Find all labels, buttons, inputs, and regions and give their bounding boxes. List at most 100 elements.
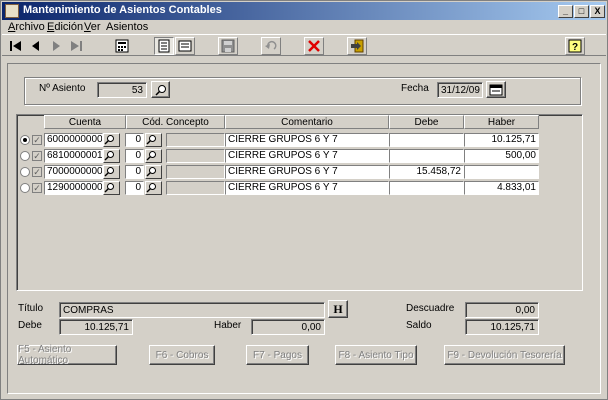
- titulo-field[interactable]: COMPRAS: [59, 302, 325, 318]
- cuenta-search-button[interactable]: [103, 133, 120, 147]
- row-selector-radio[interactable]: [20, 183, 30, 193]
- asiento-number-label: Nº Asiento: [39, 83, 86, 94]
- save-button[interactable]: [218, 37, 238, 55]
- next-record-button[interactable]: [46, 37, 66, 55]
- undo-button[interactable]: [261, 37, 281, 55]
- cell-cuenta[interactable]: 1290000000: [44, 181, 103, 195]
- column-header-debe[interactable]: Debe: [389, 115, 464, 129]
- row-selector-radio[interactable]: [20, 135, 30, 145]
- column-header-haber[interactable]: Haber: [464, 115, 539, 129]
- app-icon: [5, 4, 19, 18]
- help-button[interactable]: ?: [565, 37, 585, 55]
- concepto-search-button[interactable]: [145, 181, 162, 195]
- magnifier-icon: [146, 183, 156, 193]
- menu-archivo[interactable]: Archivo: [8, 21, 45, 33]
- cell-concepto-desc: [166, 181, 225, 195]
- concepto-search-button[interactable]: [145, 133, 162, 147]
- maximize-button[interactable]: □: [574, 5, 589, 18]
- minimize-button[interactable]: _: [558, 5, 573, 18]
- cell-concepto-desc: [166, 165, 225, 179]
- help-icon: ?: [568, 39, 582, 53]
- cell-cuenta[interactable]: 6000000000: [44, 133, 103, 147]
- titulo-label: Título: [18, 303, 44, 314]
- cell-comentario[interactable]: CIERRE GRUPOS 6 Y 7: [225, 165, 389, 179]
- magnifier-icon: [104, 151, 114, 161]
- row-selector-radio[interactable]: [20, 151, 30, 161]
- close-window-button[interactable]: X: [590, 5, 605, 18]
- menu-edicion[interactable]: Edición: [47, 21, 83, 33]
- cell-debe[interactable]: [389, 181, 464, 195]
- form-view-button[interactable]: [154, 37, 174, 55]
- last-record-button[interactable]: [66, 37, 86, 55]
- exit-button[interactable]: [347, 37, 367, 55]
- saldo-field: 10.125,71: [465, 319, 539, 335]
- asiento-number-field[interactable]: 53: [97, 82, 147, 98]
- accounting-entries-window: Mantenimiento de Asientos Contables _ □ …: [0, 0, 608, 400]
- cell-comentario[interactable]: CIERRE GRUPOS 6 Y 7: [225, 149, 389, 163]
- calendar-icon: [489, 84, 503, 95]
- cell-haber[interactable]: 10.125,71: [464, 133, 539, 147]
- cell-cuenta[interactable]: 6810000001: [44, 149, 103, 163]
- window-title: Mantenimiento de Asientos Contables: [23, 4, 222, 16]
- calculator-button[interactable]: [112, 37, 132, 55]
- first-record-icon: [10, 41, 21, 51]
- row-checkbox[interactable]: ✓: [32, 151, 42, 161]
- column-header-concepto[interactable]: Cód. Concepto: [126, 115, 225, 129]
- asiento-tipo-button[interactable]: F8 - Asiento Tipo: [335, 345, 417, 365]
- cell-concepto[interactable]: 0: [125, 165, 144, 179]
- delete-button[interactable]: [304, 37, 324, 55]
- magnifier-icon: [146, 135, 156, 145]
- row-checkbox[interactable]: ✓: [32, 183, 42, 193]
- concepto-search-button[interactable]: [145, 149, 162, 163]
- row-selector-radio[interactable]: [20, 167, 30, 177]
- debe-total-field: 10.125,71: [59, 319, 133, 335]
- cell-debe[interactable]: [389, 149, 464, 163]
- cell-comentario[interactable]: CIERRE GRUPOS 6 Y 7: [225, 133, 389, 147]
- calendar-button[interactable]: [486, 81, 506, 98]
- magnifier-icon: [104, 167, 114, 177]
- cell-debe[interactable]: 15.458,72: [389, 165, 464, 179]
- cell-concepto-desc: [166, 149, 225, 163]
- devolucion-tesoreria-button[interactable]: F9 - Devolución Tesorería: [444, 345, 565, 365]
- cell-concepto[interactable]: 0: [125, 133, 144, 147]
- undo-icon: [265, 40, 277, 50]
- concepto-search-button[interactable]: [145, 165, 162, 179]
- delete-icon: [308, 40, 320, 52]
- asiento-search-button[interactable]: [151, 81, 170, 98]
- previous-record-button[interactable]: [26, 37, 46, 55]
- cuenta-search-button[interactable]: [103, 149, 120, 163]
- descuadre-field: 0,00: [465, 302, 539, 318]
- row-checkbox[interactable]: ✓: [32, 167, 42, 177]
- first-record-button[interactable]: [6, 37, 26, 55]
- cell-concepto[interactable]: 0: [125, 181, 144, 195]
- descuadre-label: Descuadre: [406, 303, 455, 314]
- cell-cuenta[interactable]: 7000000000: [44, 165, 103, 179]
- menu-asientos[interactable]: Asientos: [106, 21, 148, 33]
- menu-ver[interactable]: Ver: [84, 21, 101, 33]
- form-view-icon: [158, 39, 170, 53]
- titulo-h-button[interactable]: H: [328, 300, 348, 318]
- cobros-button[interactable]: F6 - Cobros: [149, 345, 215, 365]
- fecha-field[interactable]: 31/12/09: [437, 82, 483, 98]
- toggle-view-button[interactable]: [175, 37, 195, 55]
- cell-haber[interactable]: 4.833,01: [464, 181, 539, 195]
- cell-debe[interactable]: [389, 133, 464, 147]
- pagos-button[interactable]: F7 - Pagos: [246, 345, 309, 365]
- cell-haber[interactable]: [464, 165, 539, 179]
- menu-bar: Archivo Edición Ver Asientos: [2, 20, 606, 34]
- asiento-automatico-button[interactable]: F5 - Asiento Automático: [17, 344, 117, 366]
- magnifier-icon: [146, 167, 156, 177]
- cell-concepto-desc: [166, 133, 225, 147]
- magnifier-icon: [104, 135, 114, 145]
- cuenta-search-button[interactable]: [103, 165, 120, 179]
- cell-haber[interactable]: 500,00: [464, 149, 539, 163]
- calculator-icon: [115, 39, 129, 53]
- next-record-icon: [53, 41, 60, 51]
- column-header-comentario[interactable]: Comentario: [225, 115, 389, 129]
- cuenta-search-button[interactable]: [103, 181, 120, 195]
- cell-comentario[interactable]: CIERRE GRUPOS 6 Y 7: [225, 181, 389, 195]
- haber-total-label: Haber: [214, 320, 242, 331]
- cell-concepto[interactable]: 0: [125, 149, 144, 163]
- column-header-cuenta[interactable]: Cuenta: [44, 115, 126, 129]
- row-checkbox[interactable]: ✓: [32, 135, 42, 145]
